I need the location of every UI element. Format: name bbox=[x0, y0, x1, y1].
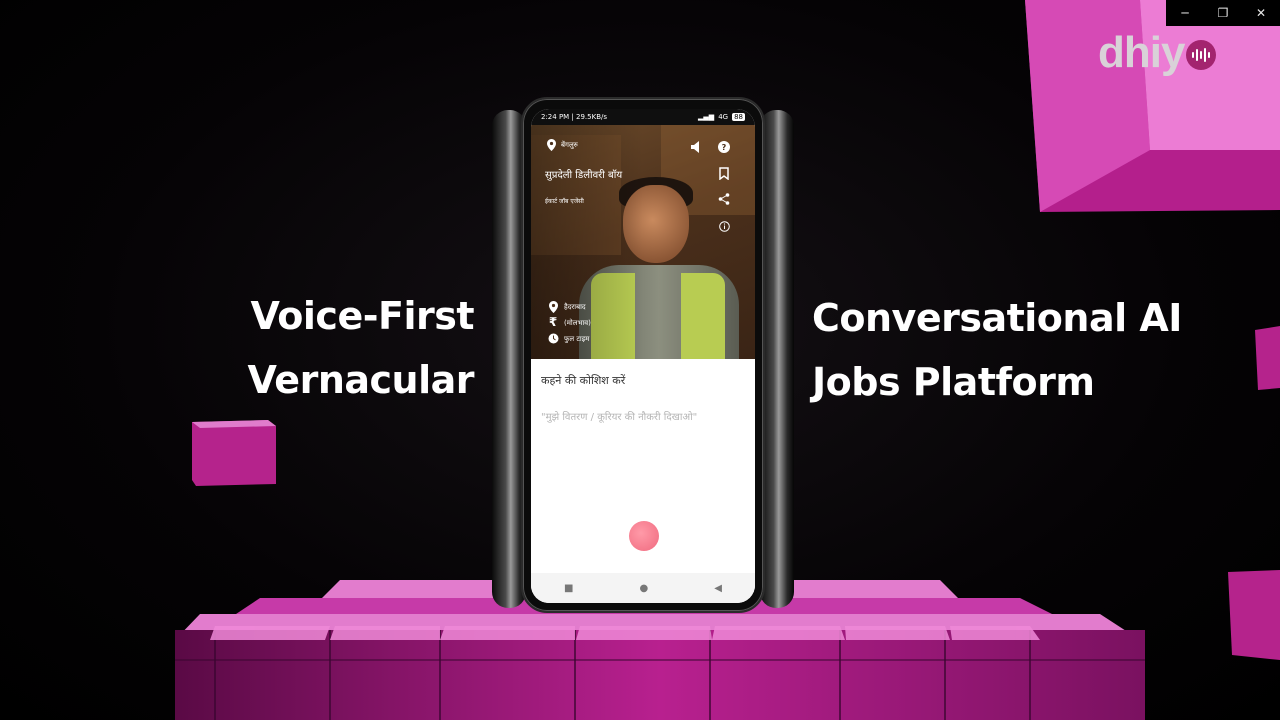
back-button[interactable]: ◀ bbox=[714, 583, 722, 594]
tagline-left-line1: Voice-First bbox=[250, 294, 474, 338]
video-frame: ─ ❐ ✕ dhiy Voice-First Vernacular Conver… bbox=[0, 0, 1280, 720]
location-pin-icon bbox=[543, 139, 559, 154]
help-icon[interactable]: ? bbox=[716, 141, 732, 156]
speaker-icon[interactable] bbox=[689, 141, 705, 156]
job-title: सुप्रदेली डिलीवरी बॉय bbox=[545, 170, 623, 181]
job-hero-image: बेंगलुरु सुप्रदेली डिलीवरी बॉय ईकार्ट जॉ… bbox=[531, 125, 755, 365]
voice-prompt-sheet: कहने की कोशिश करें "मुझे वितरण / कूरियर … bbox=[531, 359, 755, 603]
job-type: फुल टाइम bbox=[564, 335, 590, 343]
tagline-right-line2: Jobs Platform bbox=[812, 360, 1095, 404]
phone-mockup: 2:24 PM | 29.5KB/s ▂▄▆ 4G 88 बेंगलुरु सु… bbox=[521, 97, 765, 613]
location-pin-icon bbox=[545, 301, 561, 316]
job-city: हैदराबाद bbox=[564, 303, 586, 311]
battery-icon: 88 bbox=[732, 113, 745, 121]
dhiyo-logo: dhiy bbox=[1098, 28, 1217, 78]
minimize-icon: ─ bbox=[1181, 6, 1189, 20]
prompt-example: "मुझे वितरण / कूरियर की नौकरी दिखाओ" bbox=[541, 412, 698, 423]
signal-icon: ▂▄▆ bbox=[698, 113, 715, 121]
status-bar: 2:24 PM | 29.5KB/s ▂▄▆ 4G 88 bbox=[531, 109, 755, 125]
android-nav-bar: ■ ● ◀ bbox=[531, 573, 755, 603]
close-icon: ✕ bbox=[1255, 6, 1267, 20]
logo-text: dhiy bbox=[1098, 28, 1185, 77]
logo-voice-icon bbox=[1186, 40, 1217, 70]
restore-icon: ❐ bbox=[1217, 6, 1229, 20]
phone-screen: 2:24 PM | 29.5KB/s ▂▄▆ 4G 88 बेंगलुरु सु… bbox=[531, 109, 755, 603]
bookmark-icon[interactable] bbox=[716, 167, 732, 183]
status-time: 2:24 PM | 29.5KB/s bbox=[541, 113, 607, 121]
tagline-right: Conversational AI Jobs Platform bbox=[812, 286, 1182, 414]
minimize-button[interactable]: ─ bbox=[1166, 0, 1204, 26]
prompt-title: कहने की कोशिश करें bbox=[541, 374, 626, 387]
home-button[interactable]: ● bbox=[640, 583, 649, 594]
job-location: बेंगलुरु bbox=[561, 141, 578, 149]
svg-text:?: ? bbox=[722, 143, 727, 152]
status-network: 4G bbox=[718, 113, 729, 121]
job-salary: (मोलभाव) bbox=[564, 319, 591, 327]
info-icon[interactable] bbox=[716, 221, 732, 235]
tagline-left: Voice-First Vernacular bbox=[247, 284, 474, 412]
microphone-icon[interactable] bbox=[629, 521, 659, 551]
restore-button[interactable]: ❐ bbox=[1204, 0, 1242, 26]
rupee-icon: ₹ bbox=[548, 315, 558, 329]
job-company: ईकार्ट जॉब एजेंसी bbox=[545, 198, 584, 205]
tagline-left-line2: Vernacular bbox=[247, 358, 474, 402]
tagline-right-line1: Conversational AI bbox=[812, 296, 1182, 340]
window-controls: ─ ❐ ✕ bbox=[1166, 0, 1280, 26]
battery-level: 88 bbox=[734, 113, 743, 121]
share-icon[interactable] bbox=[716, 193, 732, 208]
clock-icon bbox=[545, 333, 561, 347]
phone-side-right bbox=[760, 110, 794, 608]
close-button[interactable]: ✕ bbox=[1242, 0, 1280, 26]
recents-button[interactable]: ■ bbox=[564, 583, 573, 594]
